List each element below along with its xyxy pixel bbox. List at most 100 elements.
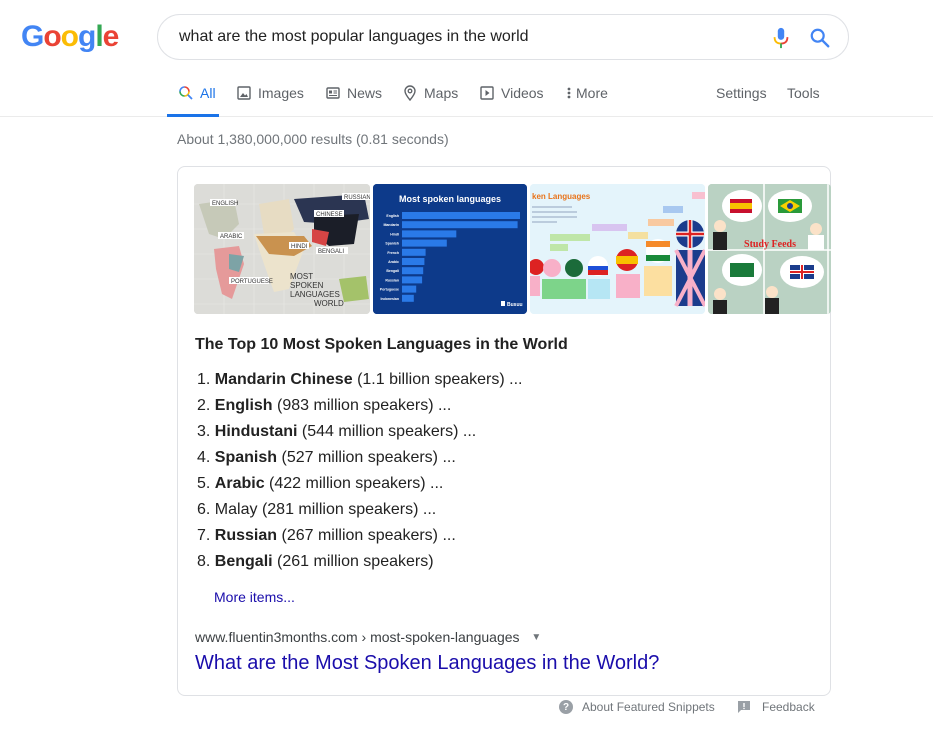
tab-label: All xyxy=(200,85,216,101)
thumb-bar-label: Bengali xyxy=(386,269,399,273)
settings-button[interactable]: Settings xyxy=(716,80,767,117)
logo-letter: o xyxy=(60,20,79,53)
list-item-speakers: (527 million speakers) ... xyxy=(281,449,456,466)
logo-letter: e xyxy=(102,20,120,53)
map-label: ARABIC xyxy=(220,234,243,240)
list-item: 8. Bengali (261 million speakers) xyxy=(197,553,522,579)
result-title-link[interactable]: What are the Most Spoken Languages in th… xyxy=(195,652,659,675)
tab-label: Videos xyxy=(501,85,544,101)
thumb-bar xyxy=(402,285,417,293)
map-title: MOST xyxy=(290,272,313,281)
map-label: BENGALI xyxy=(318,249,344,255)
list-item-language: Mandarin Chinese xyxy=(214,371,353,388)
snippet-list: 1. Mandarin Chinese (1.1 billion speaker… xyxy=(197,371,522,579)
logo-letter: l xyxy=(95,20,103,53)
busuu-brand: Busuu xyxy=(507,302,523,308)
cite-domain: www.fluentin3months.com xyxy=(195,629,358,645)
google-logo[interactable]: Google xyxy=(21,20,120,54)
more-vert-icon xyxy=(565,85,573,101)
list-item-language: English xyxy=(214,397,273,414)
infographic-title: ken Languages xyxy=(532,192,591,201)
thumb-bar xyxy=(402,276,423,284)
tools-label: Tools xyxy=(787,85,820,101)
thumb-bar-label: Mandarin xyxy=(383,223,399,227)
about-label: About Featured Snippets xyxy=(582,700,715,714)
about-featured-snippets-link[interactable]: ? About Featured Snippets xyxy=(559,700,715,714)
thumbnail-study-feeds[interactable]: Study Feeds xyxy=(708,184,831,314)
search-input[interactable]: what are the most popular languages in t… xyxy=(179,28,529,46)
thumb-bar xyxy=(402,267,424,275)
list-item: 6. Malay (281 million speakers) ... xyxy=(197,501,522,527)
thumb-bar xyxy=(402,294,414,302)
tab-all[interactable]: All xyxy=(167,80,219,117)
map-label: CHINESE xyxy=(316,212,343,218)
list-item-number: 3. xyxy=(197,423,211,440)
map-label: RUSSIAN xyxy=(344,195,370,201)
tools-button[interactable]: Tools xyxy=(787,80,820,117)
thumb-bar xyxy=(402,258,425,265)
tab-label: Images xyxy=(258,85,304,101)
thumbnail-infographic[interactable]: ken Languages xyxy=(530,184,705,314)
list-item-number: 4. xyxy=(197,449,211,466)
header: Google what are the most popular languag… xyxy=(0,0,933,117)
thumb-bar xyxy=(402,212,520,219)
news-icon xyxy=(325,85,341,101)
logo-letter: g xyxy=(78,20,96,53)
tab-images[interactable]: Images xyxy=(236,80,304,117)
search-icon[interactable] xyxy=(809,27,831,49)
tab-maps[interactable]: Maps xyxy=(402,80,458,117)
dropdown-caret-icon[interactable]: ▼ xyxy=(531,632,541,643)
tab-more[interactable]: More xyxy=(565,80,608,117)
list-item-number: 1. xyxy=(197,371,211,388)
study-feeds-brand: Study Feeds xyxy=(744,239,796,250)
featured-snippet-card: ENGLISH RUSSIAN CHINESE ARABIC HINDI BEN… xyxy=(177,166,831,696)
list-item-number: 5. xyxy=(197,475,211,492)
list-item-speakers: (261 million speakers) xyxy=(277,553,434,570)
thumb-bar-label: Arabic xyxy=(388,260,399,264)
thumb-bar xyxy=(402,239,447,247)
map-pin-icon xyxy=(402,85,418,101)
thumb-bar-label: English xyxy=(386,214,399,218)
logo-letter: G xyxy=(21,20,44,53)
microphone-icon[interactable] xyxy=(771,27,791,49)
thumb-bar xyxy=(402,230,457,238)
list-item: 3. Hindustani (544 million speakers) ... xyxy=(197,423,522,449)
thumb-bar-label: Russian xyxy=(385,278,399,282)
more-items-link[interactable]: More items... xyxy=(214,589,295,605)
results-count: About 1,380,000,000 results (0.81 second… xyxy=(177,131,449,147)
list-item-speakers: (1.1 billion speakers) ... xyxy=(357,371,523,388)
list-item-language: Arabic xyxy=(214,475,265,492)
tab-news[interactable]: News xyxy=(325,80,382,117)
list-item: 4. Spanish (527 million speakers) ... xyxy=(197,449,522,475)
list-item-language: Bengali xyxy=(214,553,273,570)
thumbnail-world-map[interactable]: ENGLISH RUSSIAN CHINESE ARABIC HINDI BEN… xyxy=(194,184,370,314)
snippet-title: The Top 10 Most Spoken Languages in the … xyxy=(195,336,568,353)
list-item-speakers: (422 million speakers) ... xyxy=(269,475,444,492)
tab-label: More xyxy=(576,85,608,101)
map-title: WORLD xyxy=(314,299,344,308)
result-url: www.fluentin3months.com › most-spoken-la… xyxy=(195,629,541,645)
search-box[interactable]: what are the most popular languages in t… xyxy=(157,14,849,60)
map-label: ENGLISH xyxy=(212,201,238,207)
thumbnail-bar-chart[interactable]: Most spoken languages English Mandarin Hin… xyxy=(373,184,527,314)
list-item-number: 6. xyxy=(197,501,211,518)
help-icon: ? xyxy=(559,700,573,714)
thumb-bar xyxy=(402,221,518,229)
map-title: SPOKEN xyxy=(290,281,324,290)
list-item-language: Russian xyxy=(214,527,278,544)
image-carousel: ENGLISH RUSSIAN CHINESE ARABIC HINDI BEN… xyxy=(194,184,831,314)
list-item-number: 8. xyxy=(197,553,211,570)
cite-separator: › xyxy=(361,629,367,645)
thumb-bar-label: French xyxy=(387,251,399,255)
list-item-number: 7. xyxy=(197,527,211,544)
thumb-bar xyxy=(402,248,426,256)
play-icon xyxy=(479,85,495,101)
list-item-language: Hindustani xyxy=(214,423,298,440)
list-item-speakers: (267 million speakers) ... xyxy=(281,527,456,544)
feedback-link[interactable]: Feedback xyxy=(738,700,815,714)
tab-videos[interactable]: Videos xyxy=(479,80,544,117)
list-item: 5. Arabic (422 million speakers) ... xyxy=(197,475,522,501)
list-item: 7. Russian (267 million speakers) ... xyxy=(197,527,522,553)
search-icon xyxy=(178,85,194,101)
list-item-speakers: (544 million speakers) ... xyxy=(301,423,477,440)
